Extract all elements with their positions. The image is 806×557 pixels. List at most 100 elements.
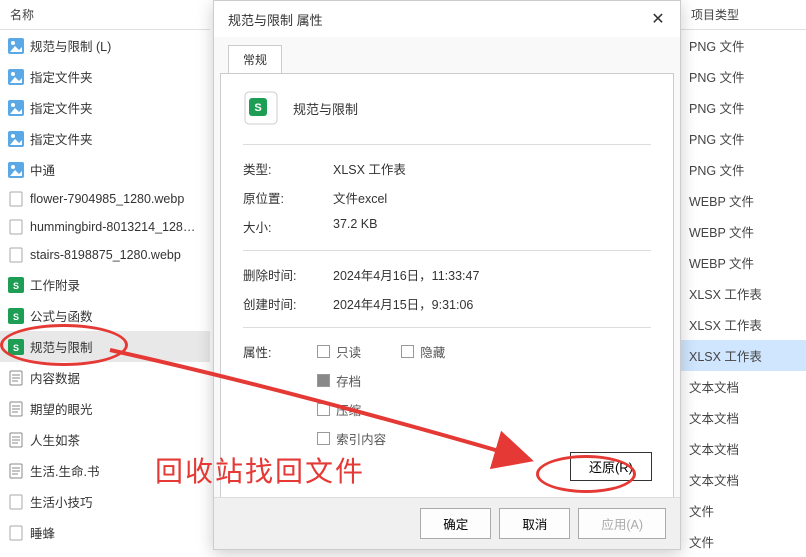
file-icon xyxy=(8,463,24,479)
file-name: stairs-8198875_1280.webp xyxy=(30,248,181,262)
close-button[interactable]: ✕ xyxy=(644,7,672,31)
type-cell: XLSX 工作表 xyxy=(681,309,806,340)
size-label: 大小: xyxy=(243,217,333,236)
file-row[interactable]: 睡蜂 xyxy=(0,517,210,548)
file-row[interactable]: hummingbird-8013214_1280.web xyxy=(0,213,210,241)
file-icon xyxy=(8,525,24,541)
file-name: 规范与限制 xyxy=(30,337,93,356)
file-icon xyxy=(8,247,24,263)
compress-checkbox[interactable]: 压缩 xyxy=(317,400,651,419)
file-name: hummingbird-8013214_1280.web xyxy=(30,220,202,234)
ok-button[interactable]: 确定 xyxy=(420,508,491,539)
file-row[interactable]: 指定文件夹 xyxy=(0,61,210,92)
spreadsheet-icon: S xyxy=(243,90,279,126)
file-row[interactable]: 规范与限制 (L) xyxy=(0,30,210,61)
dialog-footer: 确定 取消 应用(A) xyxy=(214,497,680,549)
created-label: 创建时间: xyxy=(243,294,333,313)
location-value: 文件excel xyxy=(333,188,651,207)
file-icon xyxy=(8,162,24,178)
type-label: 类型: xyxy=(243,159,333,178)
type-cell: WEBP 文件 xyxy=(681,247,806,278)
file-row[interactable]: S 规范与限制 xyxy=(0,331,210,362)
file-row[interactable]: 内容数据 xyxy=(0,362,210,393)
file-row[interactable]: flower-7904985_1280.webp xyxy=(0,185,210,213)
deleted-label: 删除时间: xyxy=(243,265,333,284)
file-name: 生活.生命.书 xyxy=(30,461,99,480)
file-row[interactable]: 生活小技巧 xyxy=(0,486,210,517)
file-icon xyxy=(8,69,24,85)
file-row[interactable]: stairs-8198875_1280.webp xyxy=(0,241,210,269)
file-row[interactable]: S 工作附录 xyxy=(0,269,210,300)
file-name: 规范与限制 (L) xyxy=(30,36,111,55)
name-column-header[interactable]: 名称 xyxy=(0,0,210,30)
file-name-label: 规范与限制 xyxy=(293,99,358,118)
file-row[interactable]: S 公式与函数 xyxy=(0,300,210,331)
file-icon: S xyxy=(8,277,24,293)
tab-general[interactable]: 常规 xyxy=(228,45,282,73)
type-cell: PNG 文件 xyxy=(681,154,806,185)
file-name: 中通 xyxy=(30,160,55,179)
file-icon xyxy=(8,131,24,147)
file-name: 工作附录 xyxy=(30,275,80,294)
properties-dialog: 规范与限制 属性 ✕ 常规 S 规范与限制 类型:XLSX 工作表 原位置:文件… xyxy=(213,0,681,550)
readonly-checkbox[interactable]: 只读 xyxy=(317,342,361,361)
file-icon: S xyxy=(8,308,24,324)
type-cell: PNG 文件 xyxy=(681,30,806,61)
file-row[interactable]: 期望的眼光 xyxy=(0,393,210,424)
file-icon xyxy=(8,401,24,417)
index-checkbox[interactable]: 索引内容 xyxy=(317,429,651,448)
file-icon xyxy=(8,370,24,386)
cancel-button[interactable]: 取消 xyxy=(499,508,570,539)
type-cell: WEBP 文件 xyxy=(681,185,806,216)
file-icon xyxy=(8,494,24,510)
tab-strip: 常规 xyxy=(214,37,680,73)
file-name: 公式与函数 xyxy=(30,306,93,325)
deleted-value: 2024年4月16日，11:33:47 xyxy=(333,265,651,284)
file-name: 期望的眼光 xyxy=(30,399,93,418)
type-cell: WEBP 文件 xyxy=(681,216,806,247)
file-name: 指定文件夹 xyxy=(30,98,93,117)
file-row[interactable]: 生活.生命.书 xyxy=(0,455,210,486)
type-cell: 文本文档 xyxy=(681,402,806,433)
created-value: 2024年4月15日，9:31:06 xyxy=(333,294,651,313)
type-cell: 文本文档 xyxy=(681,464,806,495)
svg-text:S: S xyxy=(254,102,261,114)
file-name: 生活小技巧 xyxy=(30,492,93,511)
type-column-header[interactable]: 项目类型 xyxy=(681,0,806,30)
file-name: 睡蜂 xyxy=(30,523,55,542)
hidden-checkbox[interactable]: 隐藏 xyxy=(401,342,445,361)
file-icon xyxy=(8,432,24,448)
file-icon xyxy=(8,219,24,235)
dialog-titlebar[interactable]: 规范与限制 属性 ✕ xyxy=(214,1,680,37)
attributes-label: 属性: xyxy=(243,342,317,448)
file-row[interactable]: 指定文件夹 xyxy=(0,123,210,154)
file-row[interactable]: 指定文件夹 xyxy=(0,92,210,123)
type-cell: PNG 文件 xyxy=(681,92,806,123)
file-name: 内容数据 xyxy=(30,368,80,387)
location-label: 原位置: xyxy=(243,188,333,207)
file-name: 指定文件夹 xyxy=(30,67,93,86)
size-value: 37.2 KB xyxy=(333,217,651,236)
close-icon: ✕ xyxy=(651,9,664,29)
dialog-title: 规范与限制 属性 xyxy=(228,10,323,29)
svg-text:S: S xyxy=(13,343,19,353)
type-cell: 文本文档 xyxy=(681,433,806,464)
file-icon: S xyxy=(8,339,24,355)
svg-text:S: S xyxy=(13,312,19,322)
dialog-content: S 规范与限制 类型:XLSX 工作表 原位置:文件excel 大小:37.2 … xyxy=(220,73,674,513)
file-name: flower-7904985_1280.webp xyxy=(30,192,184,206)
file-icon xyxy=(8,191,24,207)
file-row[interactable]: 人生如茶 xyxy=(0,424,210,455)
file-list-panel: 名称 规范与限制 (L)指定文件夹指定文件夹指定文件夹中通flower-7904… xyxy=(0,0,210,553)
type-cell: 文件 xyxy=(681,495,806,526)
type-column: 项目类型 PNG 文件PNG 文件PNG 文件PNG 文件PNG 文件WEBP … xyxy=(681,0,806,553)
restore-button[interactable]: 还原(R) xyxy=(570,452,652,481)
file-icon xyxy=(8,38,24,54)
file-row[interactable]: 中通 xyxy=(0,154,210,185)
type-cell: PNG 文件 xyxy=(681,61,806,92)
file-icon xyxy=(8,100,24,116)
archive-checkbox[interactable]: 存档 xyxy=(317,371,651,390)
file-name: 人生如茶 xyxy=(30,430,80,449)
svg-text:S: S xyxy=(13,281,19,291)
apply-button[interactable]: 应用(A) xyxy=(578,508,666,539)
